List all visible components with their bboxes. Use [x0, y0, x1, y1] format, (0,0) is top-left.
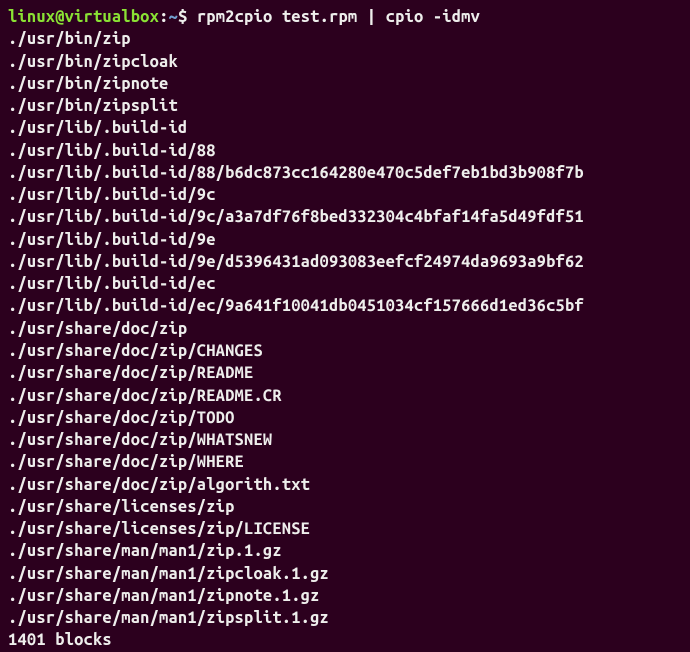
prompt-user: linux [8, 8, 55, 26]
output-line: ./usr/share/licenses/zip [8, 496, 682, 518]
prompt-path: ~ [169, 8, 178, 26]
output-line: ./usr/bin/zipnote [8, 73, 682, 95]
output-line: ./usr/share/doc/zip/algorith.txt [8, 474, 682, 496]
output-line: ./usr/lib/.build-id/9e [8, 229, 682, 251]
output-line: 1401 blocks [8, 629, 682, 651]
output-line: ./usr/lib/.build-id/9c/a3a7df76f8bed3323… [8, 206, 682, 228]
output-line: ./usr/share/man/man1/zipcloak.1.gz [8, 563, 682, 585]
output-line: ./usr/share/doc/zip/README.CR [8, 385, 682, 407]
output-line: ./usr/share/doc/zip/WHATSNEW [8, 429, 682, 451]
output-line: ./usr/share/man/man1/zipsplit.1.gz [8, 607, 682, 629]
output-line: ./usr/share/doc/zip [8, 318, 682, 340]
terminal-prompt-line[interactable]: linux@virtualbox:~$ rpm2cpio test.rpm | … [8, 6, 682, 28]
command-text: rpm2cpio test.rpm | cpio -idmv [197, 8, 480, 26]
output-line: ./usr/share/man/man1/zipnote.1.gz [8, 585, 682, 607]
output-line: ./usr/share/man/man1/zip.1.gz [8, 540, 682, 562]
output-line: ./usr/share/doc/zip/WHERE [8, 451, 682, 473]
output-line: ./usr/share/doc/zip/README [8, 362, 682, 384]
output-line: ./usr/lib/.build-id/ec [8, 273, 682, 295]
prompt-at: @ [55, 8, 64, 26]
output-line: ./usr/share/doc/zip/CHANGES [8, 340, 682, 362]
output-line: ./usr/lib/.build-id/9e/d5396431ad093083e… [8, 251, 682, 273]
terminal-output: ./usr/bin/zip./usr/bin/zipcloak./usr/bin… [8, 28, 682, 651]
prompt-colon: : [159, 8, 168, 26]
output-line: ./usr/share/licenses/zip/LICENSE [8, 518, 682, 540]
output-line: ./usr/bin/zipcloak [8, 51, 682, 73]
output-line: ./usr/lib/.build-id [8, 117, 682, 139]
output-line: ./usr/lib/.build-id/9c [8, 184, 682, 206]
prompt-host: virtualbox [65, 8, 159, 26]
prompt-dollar: $ [178, 8, 197, 26]
output-line: ./usr/bin/zipsplit [8, 95, 682, 117]
output-line: ./usr/share/doc/zip/TODO [8, 407, 682, 429]
output-line: ./usr/lib/.build-id/ec/9a641f10041db0451… [8, 295, 682, 317]
output-line: ./usr/bin/zip [8, 28, 682, 50]
output-line: ./usr/lib/.build-id/88 [8, 140, 682, 162]
output-line: ./usr/lib/.build-id/88/b6dc873cc164280e4… [8, 162, 682, 184]
